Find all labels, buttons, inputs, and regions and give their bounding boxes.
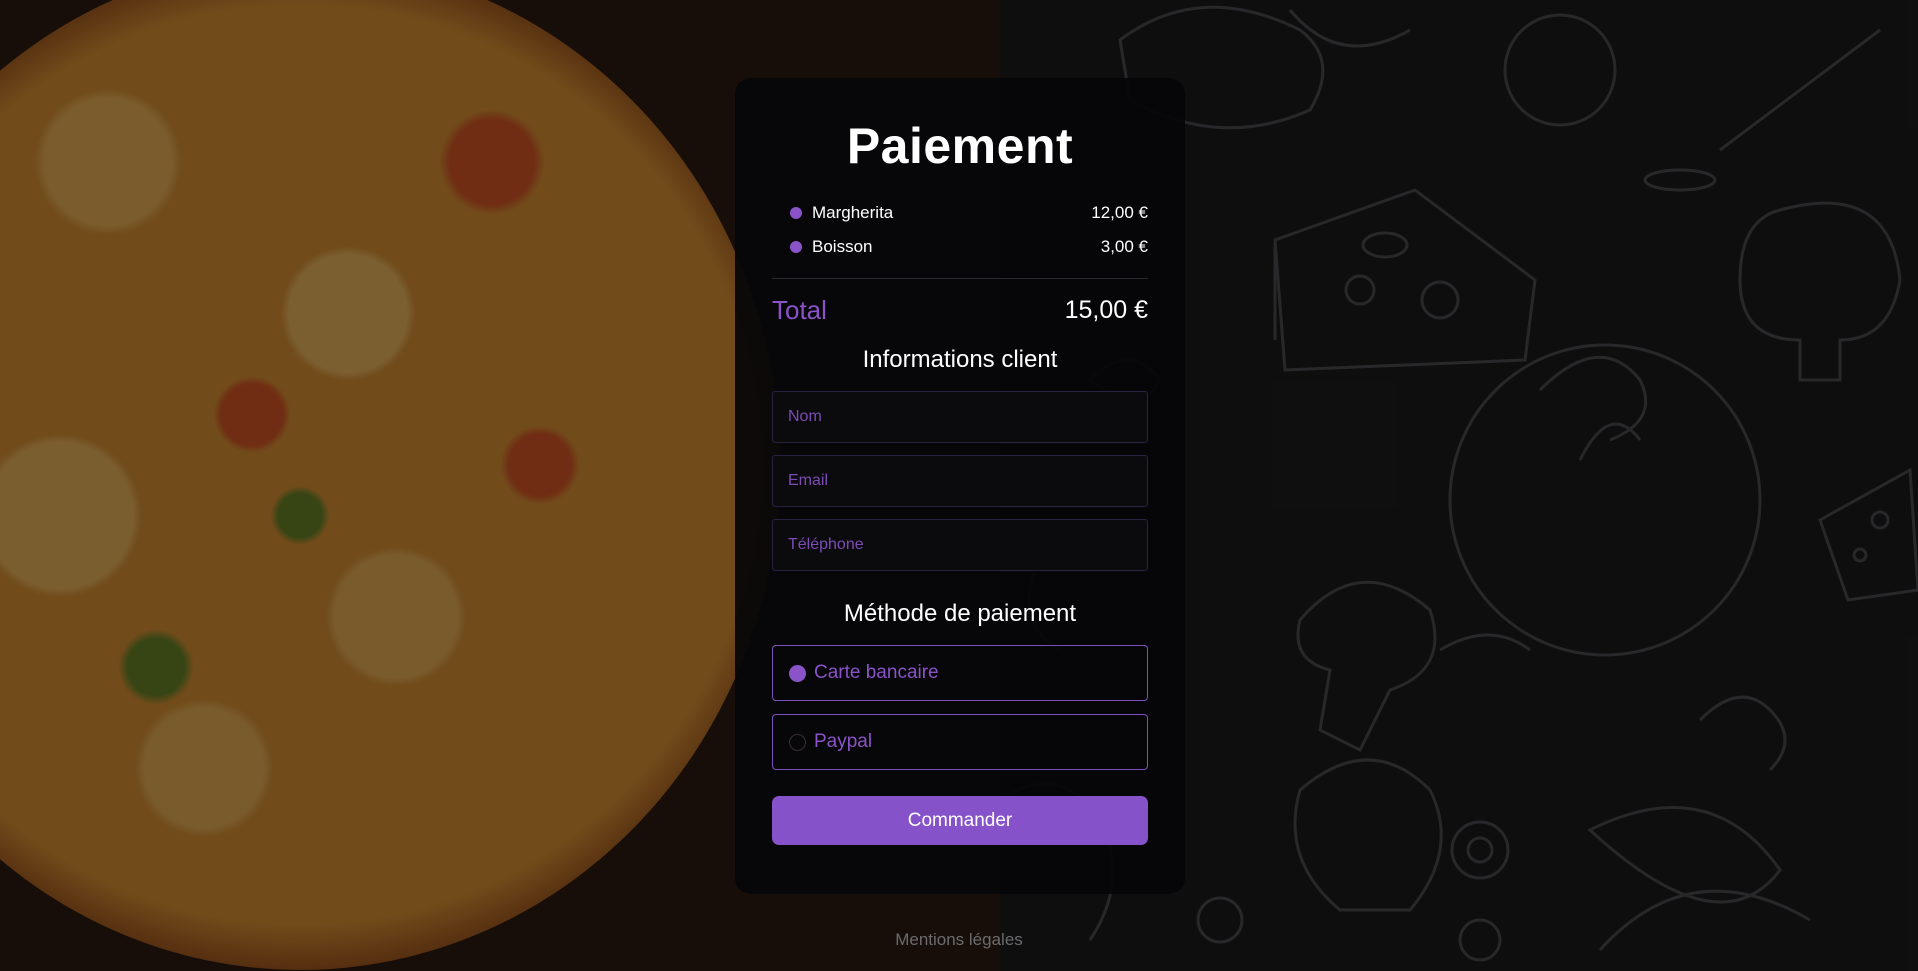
radio-selected-icon[interactable] (789, 664, 806, 682)
payment-option-card[interactable]: Carte bancaire (772, 645, 1148, 701)
bullet-icon (790, 207, 802, 219)
total-label: Total (772, 294, 827, 325)
customer-form (772, 391, 1148, 571)
payment-option-paypal[interactable]: Paypal (772, 714, 1148, 770)
order-item: Boisson 3,00 € (790, 230, 1148, 264)
legal-notice-link[interactable]: Mentions légales (0, 930, 1918, 950)
payment-option-label: Carte bancaire (814, 662, 939, 683)
bullet-icon (790, 241, 802, 253)
order-item-name: Margherita (812, 203, 894, 222)
divider (772, 278, 1148, 279)
order-item-info: Margherita (790, 203, 893, 223)
order-items-list: Margherita 12,00 € Boisson 3,00 € (772, 196, 1148, 264)
customer-info-heading: Informations client (862, 346, 1058, 373)
name-input[interactable] (772, 391, 1148, 443)
order-submit-button[interactable]: Commander (772, 796, 1148, 845)
total-row: Total 15,00 € (772, 295, 1148, 325)
payment-option-label: Paypal (814, 731, 873, 752)
checkout-card: Paiement Margherita 12,00 € Boisson 3,00… (735, 78, 1185, 894)
total-value: 15,00 € (1064, 295, 1148, 324)
order-item-name: Boisson (812, 237, 873, 256)
order-item-price: 3,00 € (1100, 237, 1148, 256)
order-item-info: Boisson (790, 237, 872, 257)
order-item-price: 12,00 € (1091, 203, 1148, 222)
page-title: Paiement (846, 118, 1074, 174)
phone-input[interactable] (772, 519, 1148, 571)
payment-method-heading: Méthode de paiement (843, 600, 1077, 627)
email-input[interactable] (772, 455, 1148, 507)
radio-unselected-icon[interactable] (789, 733, 806, 751)
order-item: Margherita 12,00 € (790, 196, 1148, 230)
